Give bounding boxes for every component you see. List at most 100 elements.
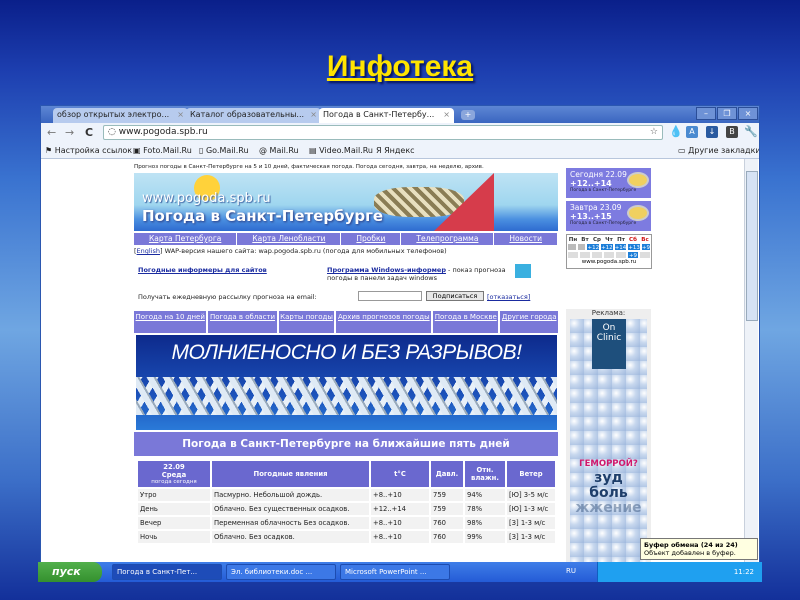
maximize-button[interactable]: ❐	[717, 107, 737, 120]
ad-label: Реклама:	[591, 309, 626, 317]
informer-icon[interactable]	[515, 264, 531, 278]
close-window-button[interactable]: ×	[738, 107, 758, 120]
tab-label: Погода в Санкт-Петербу...	[323, 110, 435, 119]
bookmark-ext-icon[interactable]: B	[726, 126, 738, 138]
close-icon[interactable]: ×	[443, 110, 450, 119]
wrench-icon[interactable]: 🔧	[744, 126, 758, 138]
col-header: Давл.	[431, 461, 463, 487]
bookmark-go-mail[interactable]: ▯ Go.Mail.Ru	[199, 146, 249, 155]
email-input[interactable]	[358, 291, 422, 301]
nav2-archive[interactable]: Архив прогнозов погоды	[336, 311, 432, 333]
tab-3-active[interactable]: Погода в Санкт-Петербу... ×	[319, 108, 454, 123]
week-night: +9	[627, 251, 639, 259]
nav-map-region[interactable]: Карта Ленобласти	[237, 233, 342, 245]
slide-title: Инфотека	[326, 50, 474, 83]
week-days: Вс	[639, 235, 651, 243]
email-label: Получать ежедневную рассылку прогноза на…	[138, 293, 317, 301]
translate-icon[interactable]: A	[686, 126, 698, 138]
table-row: День Облачно. Без существенных осадков. +1…	[138, 503, 555, 515]
week-days: Пн	[567, 235, 579, 243]
subscribe-button[interactable]: Подписаться	[426, 291, 484, 301]
browser-window: обзор открытых электро... × Каталог образ…	[40, 105, 760, 565]
week-temps: +13	[627, 243, 641, 251]
nav-news[interactable]: Новости	[494, 233, 558, 245]
wap-text: WAP-версия нашего сайта: wap.pogoda.spb.…	[164, 247, 447, 255]
start-button[interactable]: пуск	[38, 562, 102, 582]
banner-url: www.pogoda.spb.ru	[142, 191, 271, 206]
week-night	[603, 251, 615, 259]
drop-icon[interactable]: 💧	[669, 126, 683, 138]
taskbar-item-powerpoint[interactable]: Microsoft PowerPoint ...	[340, 564, 450, 580]
close-icon[interactable]: ×	[177, 110, 184, 119]
nav-traffic[interactable]: Пробки	[341, 233, 402, 245]
nav2-region[interactable]: Погода в области	[208, 311, 277, 333]
nav2-moscow[interactable]: Погода в Москве	[433, 311, 499, 333]
week-night	[639, 251, 651, 259]
nav2-10days[interactable]: Погода на 10 дней	[134, 311, 207, 333]
tab-label: обзор открытых электро...	[57, 110, 170, 119]
taskbar-item-word[interactable]: Эл. библиотеки.doc ...	[226, 564, 336, 580]
ad-image[interactable]: On Clinic ГЕМОРРОЙ? зуд боль жжение	[570, 319, 647, 564]
reload-icon[interactable]: C	[85, 126, 93, 139]
week-temps: +12	[586, 243, 601, 251]
widget-tomorrow[interactable]: Завтра 23.09 +13..+15 Погода в Санкт-Петер…	[566, 201, 651, 231]
week-widget-site: www.pogoda.spb.ru	[581, 259, 637, 265]
nav2-other[interactable]: Другие города	[500, 311, 559, 333]
table-row: Ночь Облачно. Без осадков. +8..+10 760 99% [З…	[138, 531, 555, 543]
unsubscribe-link[interactable]: [отказаться]	[487, 293, 530, 301]
secondary-nav: Погода на 10 дней Погода в области Карты…	[134, 311, 559, 333]
taskbar-item-browser[interactable]: Погода в Санкт-Пет...	[112, 564, 222, 580]
banner-name: Погода в Санкт-Петербурге	[142, 207, 384, 225]
five-days-title: Погода в Санкт-Петербурге на ближайшие п…	[134, 432, 558, 456]
ad-headline: МОЛНИЕНОСНО И БЕЗ РАЗРЫВОВ!	[171, 341, 522, 364]
bookmarks-bar: ⚑ Настройка ссылок ▣ Foto.Mail.Ru ▯ Go.M…	[41, 143, 759, 159]
widget-today[interactable]: Сегодня 22.09 +12..+14 Погода в Санкт-Пете…	[566, 168, 651, 198]
table-row: Утро Пасмурно. Небольшой дождь. +8..+10 759…	[138, 489, 555, 501]
week-night	[567, 251, 579, 259]
tab-strip: обзор открытых электро... × Каталог образ…	[41, 106, 759, 123]
bookmark-mail[interactable]: @ Mail.Ru	[259, 146, 299, 155]
nav-map-spb[interactable]: Карта Петербурга	[134, 233, 238, 245]
ad-banner[interactable]: МОЛНИЕНОСНО И БЕЗ РАЗРЫВОВ!	[136, 335, 557, 430]
bookmark-yandex[interactable]: Я Яндекс	[376, 146, 415, 155]
site-tagline: Прогноз погоды в Санкт-Петербурге на 5 и…	[134, 164, 484, 170]
top-nav: Карта Петербурга Карта Ленобласти Пробки…	[134, 233, 558, 245]
language-indicator[interactable]: RU	[566, 567, 576, 575]
week-night	[615, 251, 627, 259]
nav-tv[interactable]: Телепрограмма	[401, 233, 495, 245]
week-temps	[576, 243, 587, 251]
tab-1[interactable]: обзор открытых электро... ×	[53, 108, 188, 123]
site-banner[interactable]: www.pogoda.spb.ru Погода в Санкт-Петербу…	[134, 173, 558, 231]
forward-icon[interactable]: →	[65, 126, 74, 139]
globe-icon: ◌	[108, 127, 119, 137]
week-widget[interactable]: Пн Вт Ср Чт Пт Сб Вс +12 +12 +14 +13 +9 +9 www.pogod…	[566, 234, 652, 269]
bookmark-settings[interactable]: ⚑ Настройка ссылок	[45, 146, 132, 155]
scroll-thumb[interactable]	[746, 171, 758, 321]
back-icon[interactable]: ←	[47, 126, 56, 139]
bookmark-video-mail[interactable]: ▤ Video.Mail.Ru	[309, 146, 373, 155]
other-bookmarks[interactable]: ▭ Другие закладки	[678, 146, 759, 155]
minimize-button[interactable]: –	[696, 107, 716, 120]
tab-2[interactable]: Каталог образовательны... ×	[186, 108, 321, 123]
address-bar[interactable]: ◌ www.pogoda.spb.ru ☆	[103, 125, 663, 140]
col-header: Отн. влажн.	[465, 461, 505, 487]
windows-informer-link[interactable]: Программа Windows-информер	[327, 266, 446, 274]
date-header: 22.09 Среда погода сегодня	[138, 461, 210, 487]
nav2-maps[interactable]: Карты погоды	[278, 311, 335, 333]
week-temps: +14	[613, 243, 628, 251]
url-text: www.pogoda.spb.ru	[118, 127, 208, 137]
table-row: Вечер Переменная облачность Без осадков. +…	[138, 517, 555, 529]
week-days: Сб	[627, 235, 639, 243]
scrollbar[interactable]	[744, 159, 758, 564]
week-temps: +9	[640, 243, 652, 251]
download-icon[interactable]: ↓	[706, 126, 718, 138]
star-icon[interactable]: ☆	[650, 127, 658, 137]
new-tab-button[interactable]: +	[461, 110, 475, 120]
bookmark-foto-mail[interactable]: ▣ Foto.Mail.Ru	[133, 146, 192, 155]
week-days: Ср	[591, 235, 603, 243]
clipboard-tooltip: Буфер обмена (24 из 24) Объект добавлен в…	[640, 538, 758, 560]
informers-link[interactable]: Погодные информеры для сайтов	[138, 266, 267, 274]
close-icon[interactable]: ×	[310, 110, 317, 119]
ad-sidebar: Реклама: On Clinic ГЕМОРРОЙ? зуд боль жжен…	[566, 309, 651, 564]
english-link[interactable]: English	[137, 247, 160, 255]
